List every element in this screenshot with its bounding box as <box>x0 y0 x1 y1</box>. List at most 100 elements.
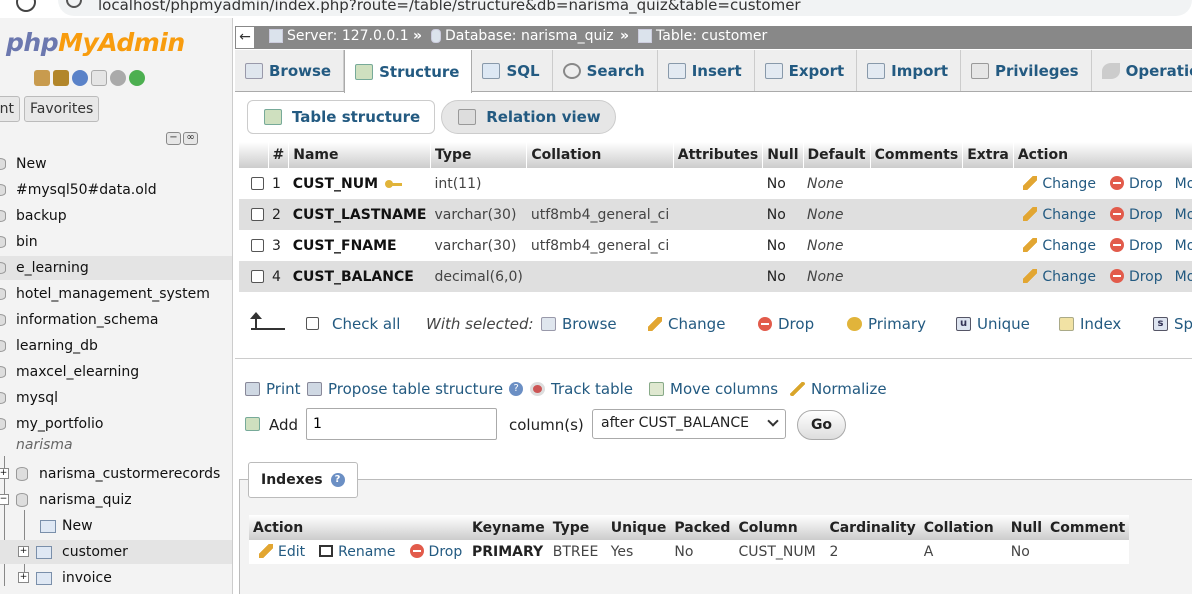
tree-table-new[interactable]: New <box>0 514 232 538</box>
tree-group-narisma[interactable]: narisma <box>0 435 232 455</box>
normalize-link[interactable]: Normalize <box>790 380 887 398</box>
tree-table-invoice[interactable]: + invoice <box>0 566 232 590</box>
print-link[interactable]: Print <box>245 380 301 398</box>
bulk-change-button[interactable]: Change <box>648 315 725 333</box>
back-arrow-icon[interactable]: ← <box>235 26 255 49</box>
help-icon[interactable] <box>72 70 88 86</box>
col-header-extra[interactable]: Extra <box>962 142 1014 168</box>
more-button[interactable]: More <box>1175 269 1192 285</box>
bulk-primary-button[interactable]: Primary <box>847 315 926 333</box>
col-header-name[interactable]: Name <box>288 142 431 168</box>
col-header-type[interactable]: Type <box>430 142 528 168</box>
edit-index-button[interactable]: Edit <box>259 544 305 560</box>
column-count-input[interactable] <box>306 408 497 440</box>
collapse-icon[interactable]: − <box>0 494 9 505</box>
subtab-relation-view[interactable]: Relation view <box>441 100 616 134</box>
row-checkbox[interactable] <box>251 208 264 221</box>
tree-db-narisma-custormerecords[interactable]: + narisma_custormerecords <box>0 462 232 486</box>
column-comments <box>870 168 963 199</box>
help-icon[interactable]: ? <box>330 473 345 487</box>
col-header-null[interactable]: Null <box>762 142 804 168</box>
bulk-drop-button[interactable]: Drop <box>758 315 814 333</box>
breadcrumb-database[interactable]: Database: narisma_quiz <box>431 28 614 44</box>
tree-table-customer[interactable]: + customer <box>0 540 232 564</box>
tree-db-narisma-quiz[interactable]: − narisma_quiz <box>0 488 232 512</box>
change-button[interactable]: Change <box>1023 175 1096 192</box>
more-button[interactable]: More <box>1175 176 1192 192</box>
browser-address-bar[interactable]: localhost/phpmyadmin/index.php?route=/ta… <box>0 0 1192 18</box>
more-button[interactable]: More <box>1175 238 1192 254</box>
tab-recent[interactable]: Recent <box>0 96 20 122</box>
row-checkbox[interactable] <box>251 270 264 283</box>
col-header-comments[interactable]: Comments <box>870 142 964 168</box>
tree-db-information-schema[interactable]: information_schema <box>0 308 232 332</box>
tree-db-backup[interactable]: backup <box>0 204 232 228</box>
tab-browse[interactable]: Browse <box>235 50 345 91</box>
help-icon[interactable]: ? <box>509 382 524 396</box>
tab-favorites[interactable]: Favorites <box>24 96 100 122</box>
drop-button[interactable]: Drop <box>1109 268 1163 285</box>
url-field[interactable]: localhost/phpmyadmin/index.php?route=/ta… <box>58 0 1192 16</box>
tab-export[interactable]: Export <box>755 50 858 91</box>
tree-new-database[interactable]: New <box>0 152 232 176</box>
tree-db-bin[interactable]: bin <box>0 230 232 254</box>
site-info-icon[interactable] <box>66 0 82 8</box>
bulk-unique-button[interactable]: u Unique <box>956 315 1030 333</box>
expand-icon[interactable]: + <box>18 546 29 557</box>
tab-search[interactable]: Search <box>553 50 658 91</box>
column-position-select[interactable]: after CUST_BALANCE <box>592 409 786 439</box>
col-header-default[interactable]: Default <box>803 142 871 168</box>
row-checkbox[interactable] <box>251 239 264 252</box>
table-row: Edit Rename Drop PRIMARY BTREE Yes No CUST… <box>249 540 1130 564</box>
tab-insert[interactable]: Insert <box>658 50 755 91</box>
tree-db-hotel-management-system[interactable]: hotel_management_system <box>0 282 232 306</box>
bulk-index-button[interactable]: Index <box>1059 315 1121 333</box>
tab-privileges[interactable]: Privileges <box>961 50 1092 91</box>
tree-db-my-portfolio[interactable]: my_portfolio <box>0 412 232 436</box>
reload-icon[interactable] <box>16 0 36 12</box>
link-with-main-icon[interactable]: ∞ <box>183 132 198 145</box>
col-header-collation[interactable]: Collation <box>526 142 674 168</box>
expand-icon[interactable]: + <box>0 468 9 479</box>
change-button[interactable]: Change <box>1023 268 1096 285</box>
tab-import[interactable]: Import <box>857 50 961 91</box>
tree-db-mysql[interactable]: mysql <box>0 386 232 410</box>
col-header-attributes[interactable]: Attributes <box>673 142 764 168</box>
go-button[interactable]: Go <box>797 410 846 440</box>
drop-button[interactable]: Drop <box>1109 206 1163 223</box>
subtab-table-structure[interactable]: Table structure <box>247 100 436 134</box>
gear-icon[interactable] <box>110 70 126 86</box>
drop-button[interactable]: Drop <box>1109 175 1163 192</box>
tab-structure[interactable]: Structure <box>344 50 473 93</box>
docs-icon[interactable] <box>91 70 107 86</box>
col-header-num[interactable]: # <box>268 142 290 168</box>
propose-structure-link[interactable]: Propose table structure? <box>307 380 524 398</box>
check-all-checkbox[interactable] <box>306 317 319 330</box>
tree-db-maxcel-elearning[interactable]: maxcel_elearning <box>0 360 232 384</box>
expand-icon[interactable]: + <box>18 572 29 583</box>
check-all-label[interactable]: Check all <box>332 315 400 333</box>
breadcrumb-server[interactable]: Server: 127.0.0.1 <box>269 28 409 44</box>
drop-button[interactable]: Drop <box>1109 237 1163 254</box>
bulk-browse-button[interactable]: Browse <box>541 315 617 333</box>
move-columns-link[interactable]: Move columns <box>649 380 778 398</box>
change-button[interactable]: Change <box>1023 206 1096 223</box>
phpmyadmin-logo[interactable]: phpMyAdmin <box>6 28 185 57</box>
home-icon[interactable] <box>34 70 50 86</box>
more-button[interactable]: More <box>1175 207 1192 223</box>
tree-db-learning-db[interactable]: learning_db <box>0 334 232 358</box>
tree-db-mysql50-data-old[interactable]: #mysql50#data.old <box>0 178 232 202</box>
rename-index-button[interactable]: Rename <box>319 544 396 560</box>
tree-db-e-learning[interactable]: e_learning <box>0 256 232 280</box>
reload-nav-icon[interactable] <box>129 70 145 86</box>
tab-sql[interactable]: SQL <box>472 50 553 91</box>
bulk-spatial-button[interactable]: s Spatial <box>1153 315 1192 333</box>
logout-icon[interactable] <box>53 70 69 86</box>
row-checkbox[interactable] <box>251 177 264 190</box>
change-button[interactable]: Change <box>1023 237 1096 254</box>
track-table-link[interactable]: Track table <box>530 380 633 398</box>
tab-operations[interactable]: Operations <box>1092 50 1192 91</box>
drop-index-button[interactable]: Drop <box>409 544 462 560</box>
breadcrumb-table[interactable]: Table: customer <box>638 28 767 44</box>
collapse-all-icon[interactable]: − <box>166 132 181 145</box>
